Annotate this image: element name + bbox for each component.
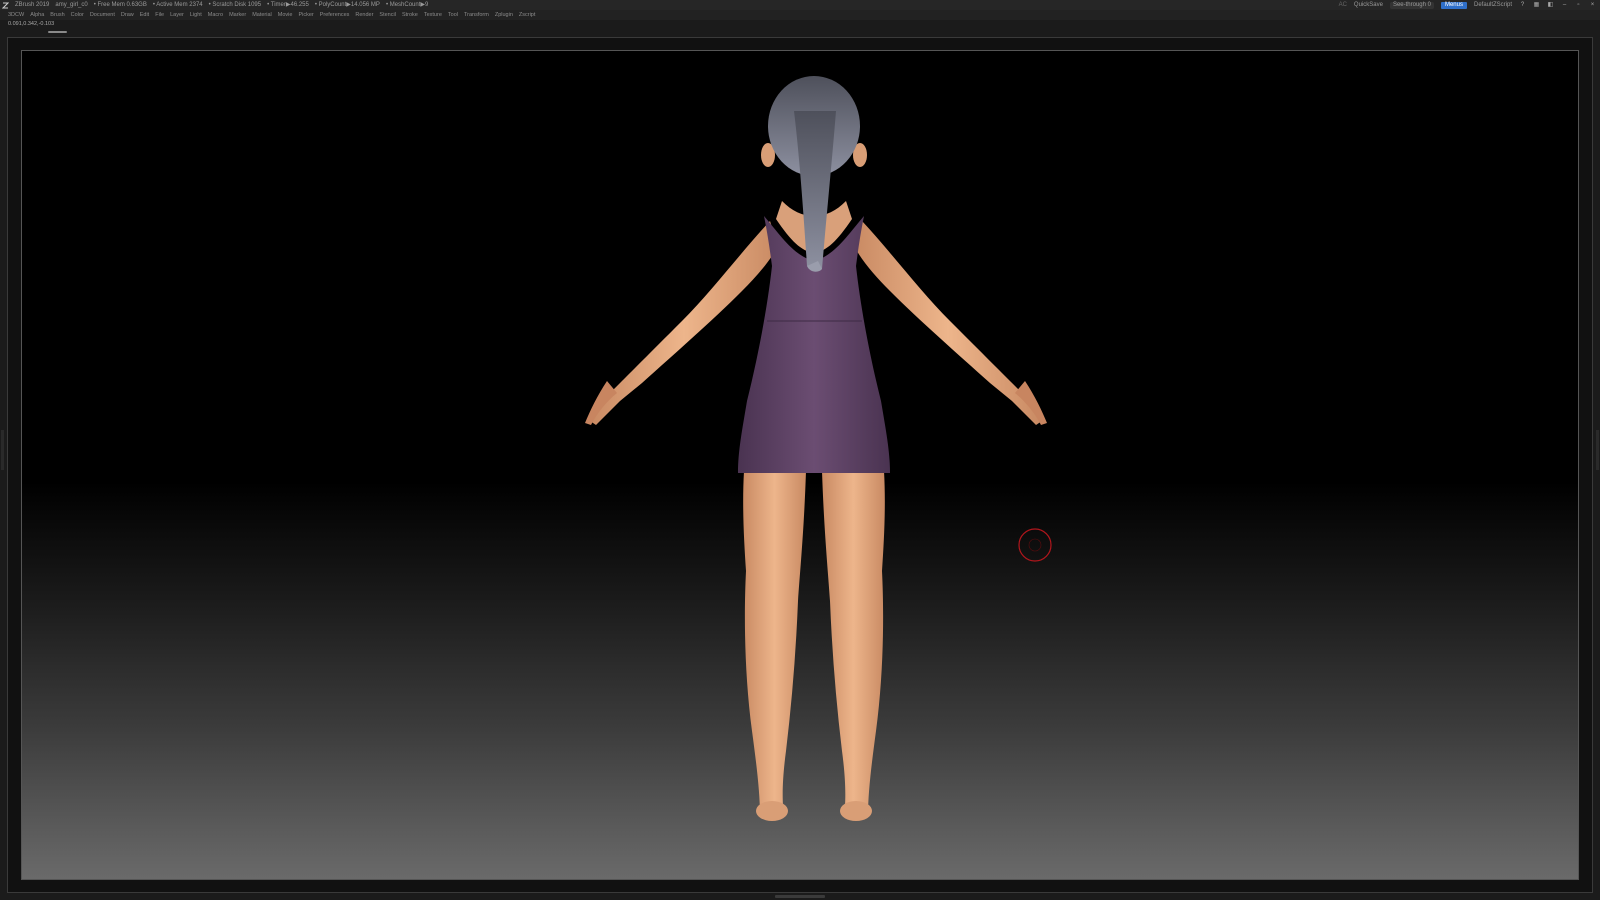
quicksave-button[interactable]: QuickSave [1354,0,1383,10]
mesh-count: • MeshCount▶9 [385,2,429,8]
menu-list: 3DCW Alpha Brush Color Document Draw Edit File L… [0,10,1600,20]
free-mem: • Free Mem 0.63GB [93,2,147,8]
menu-item-file[interactable]: File [155,10,164,20]
menu-item-material[interactable]: Material [252,10,272,20]
ac-button[interactable]: AC [1339,0,1347,10]
menu-item-draw[interactable]: Draw [121,10,134,20]
active-mem: • Active Mem 2374 [152,2,203,8]
title-bar: ZBrush 2019 amy_girl_c0 • Free Mem 0.63G… [0,0,1600,10]
menu-item-stencil[interactable]: Stencil [379,10,396,20]
layout-icon[interactable]: ▦ [1533,2,1540,9]
menu-item-3dcw[interactable]: 3DCW [8,10,24,20]
menu-item-document[interactable]: Document [90,10,115,20]
tray-handle[interactable] [48,31,67,33]
menu-item-tool[interactable]: Tool [448,10,458,20]
menu-item-picker[interactable]: Picker [298,10,313,20]
menu-item-zscript[interactable]: Zscript [519,10,536,20]
palette-icon[interactable]: ◧ [1547,2,1554,9]
menu-item-render[interactable]: Render [355,10,373,20]
app-name: ZBrush 2019 [15,2,50,8]
left-tray-handle[interactable] [1,430,4,470]
brush-cursor [1018,528,1052,562]
menu-item-light[interactable]: Light [190,10,202,20]
right-tray-handle[interactable] [1596,430,1599,470]
menu-item-zplugin[interactable]: Zplugin [495,10,513,20]
menu-item-alpha[interactable]: Alpha [30,10,44,20]
menu-item-stroke[interactable]: Stroke [402,10,418,20]
menu-bar: 3DCW Alpha Brush Color Document Draw Edit File L… [0,10,1600,20]
menu-item-edit[interactable]: Edit [140,10,149,20]
legs [743,471,885,821]
viewport-canvas[interactable] [21,50,1579,880]
menu-item-color[interactable]: Color [71,10,84,20]
help-icon[interactable]: ? [1519,2,1526,9]
menu-item-macro[interactable]: Macro [208,10,223,20]
scratch-disk: • Scratch Disk 1095 [208,2,262,8]
default-zscript-button[interactable]: DefaultZScript [1474,0,1512,10]
menu-item-movie[interactable]: Movie [278,10,293,20]
menu-item-brush[interactable]: Brush [50,10,64,20]
maximize-icon[interactable]: ▫ [1575,2,1582,9]
bottom-tray-handle[interactable] [775,895,825,898]
seethrough-slider[interactable]: See-through 0 [1389,1,1434,9]
menus-button[interactable]: Menus [1440,1,1467,9]
minimize-icon[interactable]: – [1561,2,1568,9]
menu-item-preferences[interactable]: Preferences [320,10,350,20]
poly-count: • PolyCount▶14.056 MP [314,2,380,8]
right-arm [854,221,1047,425]
zbrush-logo-icon[interactable] [2,2,9,9]
timer: • Timer▶46.255 [267,2,309,8]
seethrough-label: See-through 0 [1392,1,1431,8]
menu-item-marker[interactable]: Marker [229,10,246,20]
project-name: amy_girl_c0 [55,2,88,8]
menu-item-layer[interactable]: Layer [170,10,184,20]
model-render [585,76,1052,821]
menu-item-texture[interactable]: Texture [424,10,442,20]
close-icon[interactable]: × [1589,2,1596,9]
coordinate-readout: 0.091,0.342,-0.103 [8,21,55,27]
menu-item-transform[interactable]: Transform [464,10,489,20]
